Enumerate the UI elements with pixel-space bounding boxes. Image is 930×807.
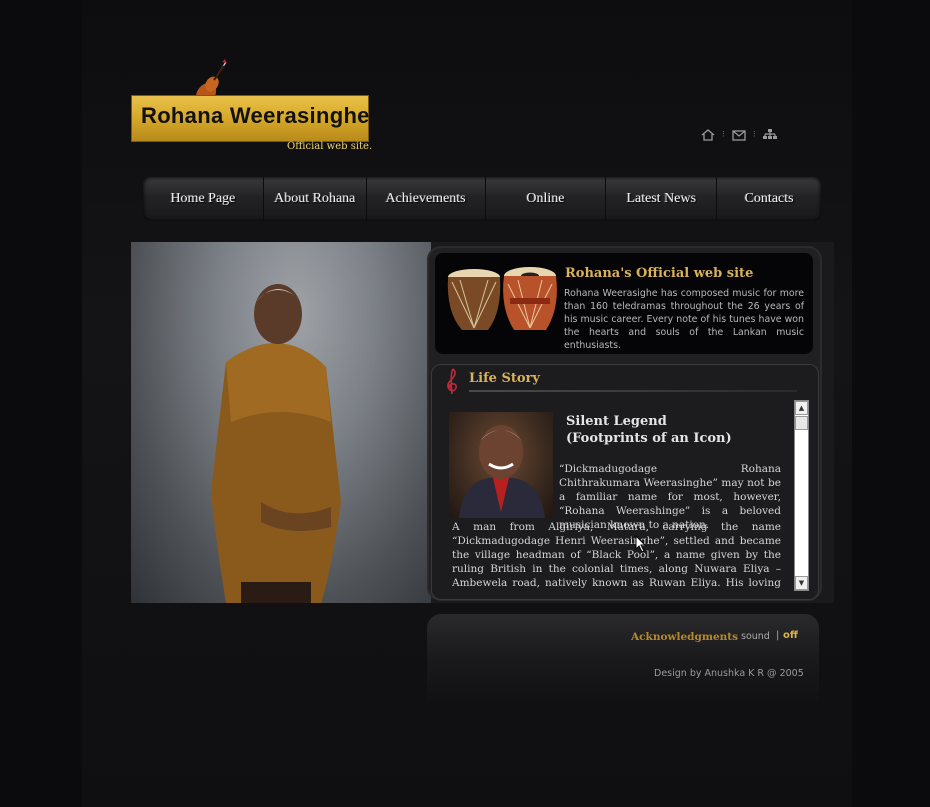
home-icon[interactable] — [700, 128, 716, 142]
story-body-paragraph: A man from Algiriya, Matara, carrying th… — [452, 521, 781, 589]
site-logo-text[interactable]: Rohana Weerasinghe — [141, 103, 370, 129]
acknowledgments-link[interactable]: Acknowledgments — [631, 631, 738, 643]
story-headline: Silent Legend (Footprints of an Icon) — [566, 413, 766, 447]
tabla-drums-image — [447, 267, 557, 330]
mouse-cursor-icon — [635, 535, 647, 553]
portrait-photo — [449, 412, 553, 518]
sound-off-toggle[interactable]: off — [783, 630, 798, 641]
story-scrollbar[interactable]: ▲ ▼ — [794, 400, 809, 591]
nav-contacts[interactable]: Contacts — [717, 177, 821, 221]
life-story-title: Life Story — [469, 371, 540, 386]
icon-separator: ⁝ — [722, 130, 725, 140]
footer-panel — [427, 614, 819, 702]
nav-about[interactable]: About Rohana — [264, 177, 367, 221]
nav-home[interactable]: Home Page — [143, 177, 264, 221]
rohana-photo — [131, 242, 431, 603]
nav-achievements[interactable]: Achievements — [367, 177, 486, 221]
nav-latest-news[interactable]: Latest News — [606, 177, 718, 221]
design-credit: Design by Anushka K R @ 2005 — [654, 668, 804, 679]
site-tagline: Official web site. — [287, 141, 373, 152]
story-headline-line1: Silent Legend — [566, 414, 667, 429]
section-divider — [469, 390, 797, 392]
top-icon-bar: ⁝ ⁝ — [700, 127, 778, 143]
sound-separator: | — [776, 630, 780, 641]
sound-label: sound — [741, 631, 770, 642]
intro-title: Rohana's Official web site — [565, 266, 754, 281]
treble-clef-icon — [447, 368, 457, 395]
icon-separator: ⁝ — [752, 130, 756, 140]
main-nav: Home Page About Rohana Achievements Onli… — [143, 177, 821, 221]
story-headline-line2: (Footprints of an Icon) — [566, 431, 732, 446]
scroll-thumb[interactable] — [795, 416, 808, 430]
nav-online[interactable]: Online — [486, 177, 607, 221]
scroll-up-button[interactable]: ▲ — [795, 401, 808, 415]
intro-text: Rohana Weerasighe has composed music for… — [564, 288, 804, 351]
sitemap-icon[interactable] — [762, 128, 778, 142]
mail-icon[interactable] — [731, 128, 747, 142]
scroll-down-button[interactable]: ▼ — [795, 576, 808, 590]
